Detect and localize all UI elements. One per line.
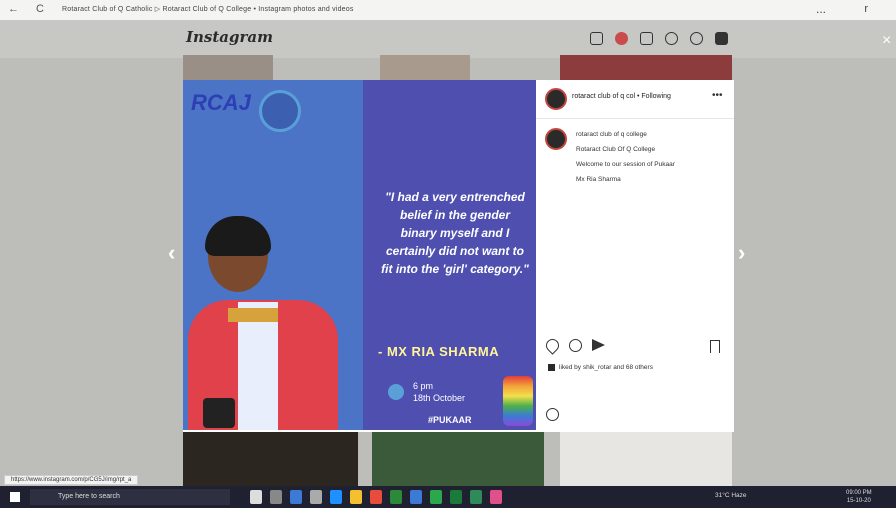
- task-view-icon[interactable]: [250, 490, 262, 504]
- profile-avatar-icon[interactable]: [715, 32, 728, 45]
- rainbow-fist-graphic: [503, 376, 533, 426]
- post-image: RCAJ "I had a very entrenched belief in …: [183, 80, 536, 430]
- event-hashtag: #PUKAAR: [428, 415, 472, 425]
- taskbar-clock[interactable]: 09:00 PM 15-10-20: [846, 489, 872, 505]
- background-post-tile: [560, 55, 732, 80]
- post-modal: RCAJ "I had a very entrenched belief in …: [183, 80, 734, 432]
- save-icon[interactable]: [710, 340, 720, 353]
- profile-icon[interactable]: r: [864, 3, 868, 15]
- more-options-icon[interactable]: •••: [712, 90, 723, 101]
- next-post-arrow[interactable]: ›: [738, 240, 745, 266]
- app-icon[interactable]: [290, 490, 302, 504]
- messages-icon[interactable]: [615, 32, 628, 45]
- post-caption: rotaract club of q college Rotaract Club…: [576, 131, 675, 183]
- browser-toolbar: ← C Rotaract Club of Q Catholic ▷ Rotara…: [0, 0, 896, 21]
- instagram-nav-icons: [590, 32, 728, 45]
- home-icon[interactable]: [590, 32, 603, 45]
- address-bar[interactable]: Rotaract Club of Q Catholic ▷ Rotaract C…: [62, 5, 354, 13]
- back-icon[interactable]: ←: [8, 3, 19, 15]
- app-icon[interactable]: [370, 490, 382, 504]
- background-post-tile: [380, 55, 470, 80]
- taskbar-search[interactable]: Type here to search: [30, 489, 230, 505]
- activity-icon[interactable]: [690, 32, 703, 45]
- like-icon[interactable]: [543, 336, 562, 355]
- previous-post-arrow[interactable]: ‹: [168, 240, 175, 266]
- taskbar: Type here to search 31°C Haze 09:00 PM 15…: [0, 486, 896, 508]
- divider: [536, 118, 734, 119]
- poster-quote: "I had a very entrenched belief in the g…: [381, 190, 529, 276]
- post-actions: [543, 336, 605, 355]
- instagram-app-icon[interactable]: [490, 490, 502, 504]
- reload-icon[interactable]: C: [36, 3, 44, 15]
- close-icon[interactable]: ×: [882, 32, 891, 50]
- browser-menu-icon[interactable]: ...: [816, 2, 826, 16]
- event-time: 6 pm 18th October: [413, 381, 466, 403]
- liker-avatar: [548, 364, 555, 371]
- likes-count[interactable]: liked by shik_rotar and 68 others: [548, 364, 653, 371]
- rca-logo: RCAJ: [191, 90, 251, 115]
- app-icon[interactable]: [450, 490, 462, 504]
- status-bar-url: https://www.instagram.com/p/CG5J/img/rpt…: [4, 475, 139, 485]
- edge-icon[interactable]: [330, 490, 342, 504]
- comment-icon[interactable]: [569, 339, 582, 352]
- club-emblem: [259, 90, 301, 132]
- instagram-header: [0, 20, 896, 58]
- file-explorer-icon[interactable]: [350, 490, 362, 504]
- app-icon[interactable]: [270, 490, 282, 504]
- caption-avatar[interactable]: [545, 128, 567, 150]
- chrome-icon[interactable]: [430, 490, 442, 504]
- explore-icon[interactable]: [665, 32, 678, 45]
- settings-icon[interactable]: [310, 490, 322, 504]
- background-post-tile: [183, 55, 273, 80]
- background-post-tile: [183, 432, 358, 486]
- post-side-panel: rotaract club of q col • Following ••• r…: [536, 80, 734, 432]
- app-icon[interactable]: [390, 490, 402, 504]
- windows-start-icon[interactable]: [10, 492, 20, 502]
- weather-tray[interactable]: 31°C Haze: [715, 492, 747, 499]
- speaker-name: - MX RIA SHARMA: [378, 344, 500, 359]
- emoji-icon[interactable]: [546, 408, 559, 421]
- instagram-logo[interactable]: Instagram: [186, 28, 273, 46]
- new-post-icon[interactable]: [640, 32, 653, 45]
- background-post-tile: [372, 432, 544, 486]
- taskbar-apps: [250, 490, 502, 504]
- account-avatar[interactable]: [545, 88, 567, 110]
- account-name[interactable]: rotaract club of q col • Following: [572, 93, 671, 100]
- app-icon[interactable]: [470, 490, 482, 504]
- share-icon[interactable]: [592, 339, 605, 351]
- background-post-tile: [560, 432, 732, 486]
- clock-icon: [388, 384, 404, 400]
- speaker-photo: [183, 216, 343, 430]
- app-icon[interactable]: [410, 490, 422, 504]
